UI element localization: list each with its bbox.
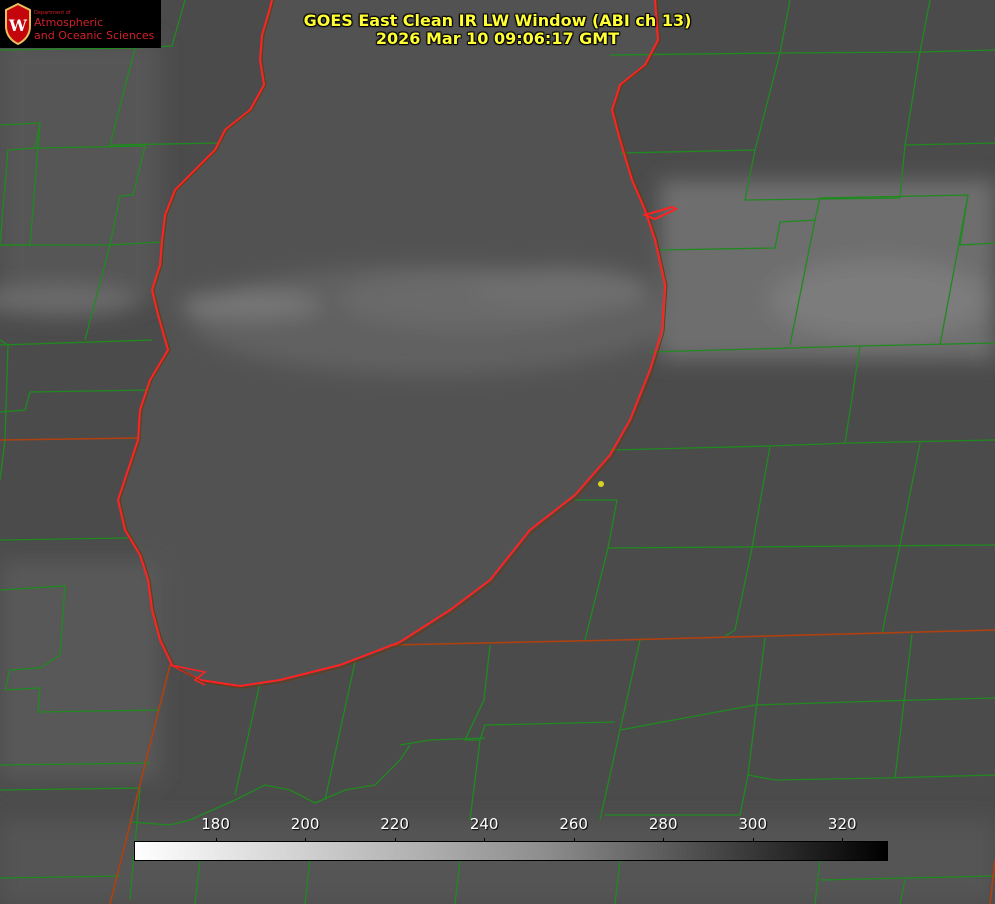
- title-product: GOES East Clean IR LW Window (ABI ch 13): [303, 11, 692, 30]
- colorbar-tick-label: 220: [380, 815, 409, 833]
- uw-crest-icon: W: [5, 2, 31, 46]
- colorbar-tick-label: 240: [469, 815, 499, 833]
- map-title: GOES East Clean IR LW Window (ABI ch 13)…: [250, 12, 745, 48]
- colorbar-tick-label: 320: [827, 815, 857, 833]
- satellite-image: [0, 0, 995, 904]
- satellite-map[interactable]: W Department of Atmospheric and Oceanic …: [0, 0, 995, 904]
- logo-line1: Atmospheric: [34, 16, 104, 29]
- colorbar: [134, 841, 888, 861]
- title-timestamp: 2026 Mar 10 09:06:17 GMT: [375, 29, 620, 48]
- colorbar-tick-label: 180: [201, 815, 230, 833]
- svg-text:W: W: [8, 16, 28, 35]
- logo-line2: and Oceanic Sciences: [34, 29, 155, 42]
- colorbar-tick-label: 280: [648, 815, 678, 833]
- colorbar-tick-label: 200: [290, 815, 320, 833]
- colorbar-tick-label: 260: [559, 815, 588, 833]
- colorbar-tick-label: 300: [738, 815, 768, 833]
- location-marker: [598, 481, 604, 487]
- aos-logo: W Department of Atmospheric and Oceanic …: [0, 0, 161, 48]
